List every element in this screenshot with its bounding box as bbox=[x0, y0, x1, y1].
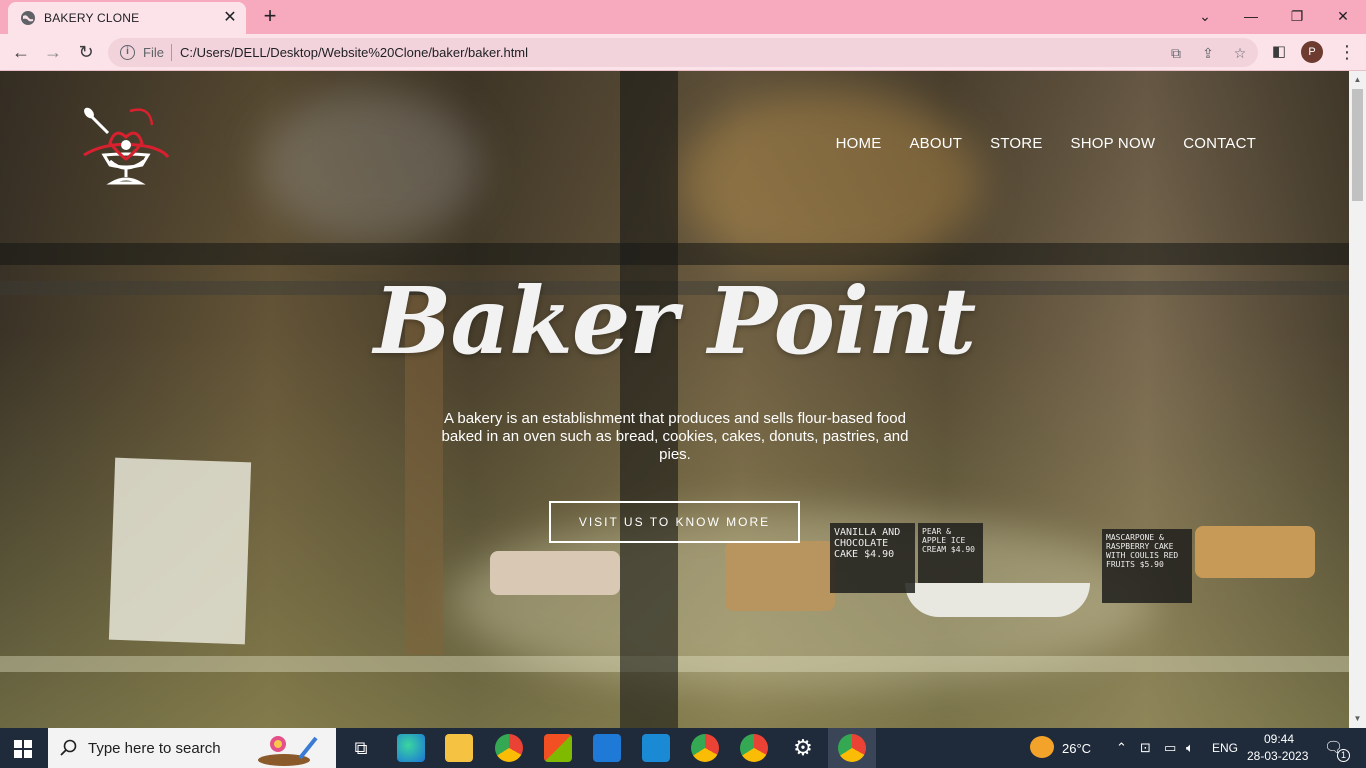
price-sign-1: VANILLA AND CHOCOLATE CAKE $4.90 bbox=[830, 523, 915, 593]
weather-sun-icon[interactable] bbox=[1030, 736, 1054, 758]
price-sign-3: MASCARPONE & RASPBERRY CAKE WITH COULIS … bbox=[1102, 529, 1192, 603]
chrome-profile-2-icon[interactable] bbox=[740, 734, 768, 762]
browser-toolbar: ← → ↻ i File C:/Users/DELL/Desktop/Websi… bbox=[0, 34, 1366, 71]
address-bar[interactable]: i File C:/Users/DELL/Desktop/Website%20C… bbox=[108, 38, 1258, 67]
vscode-icon[interactable] bbox=[642, 734, 670, 762]
browser-tab-strip: BAKERY CLONE ✕ + ⌄ — ❐ ✕ bbox=[0, 0, 1366, 34]
language-indicator[interactable]: ENG bbox=[1212, 741, 1238, 755]
scroll-thumb[interactable] bbox=[1352, 89, 1363, 201]
nav-about[interactable]: ABOUT bbox=[909, 135, 962, 152]
visit-us-button[interactable]: VISIT US TO KNOW MORE bbox=[549, 501, 800, 543]
main-nav: HOME ABOUT STORE SHOP NOW CONTACT bbox=[808, 135, 1256, 152]
bookmark-star-icon[interactable]: ☆ bbox=[1230, 43, 1250, 63]
hero-title: Baker Point bbox=[373, 267, 977, 375]
cake-stand-glow bbox=[260, 91, 480, 241]
search-icon bbox=[60, 739, 77, 756]
microsoft-store-icon[interactable] bbox=[544, 734, 572, 762]
nav-home[interactable]: HOME bbox=[836, 135, 882, 152]
weather-temperature[interactable]: 26°C bbox=[1062, 741, 1091, 756]
volume-icon[interactable]: 🔈︎ bbox=[1186, 740, 1194, 756]
notification-badge: 1 bbox=[1337, 749, 1350, 762]
forward-button[interactable]: → bbox=[40, 39, 66, 65]
task-view-icon[interactable]: ⧉ bbox=[347, 734, 375, 762]
windows-taskbar: Type here to search ⧉ ⚙ 26°C ⌃ ⊡ ▭ 🔈︎ EN… bbox=[0, 728, 1366, 768]
bowl bbox=[905, 583, 1090, 617]
scroll-down-arrow-icon[interactable]: ▼ bbox=[1349, 712, 1366, 726]
search-placeholder: Type here to search bbox=[88, 740, 221, 757]
file-explorer-icon[interactable] bbox=[445, 734, 473, 762]
glass-dome-cake bbox=[490, 551, 620, 595]
scroll-up-arrow-icon[interactable]: ▲ bbox=[1349, 73, 1366, 87]
tab-title: BAKERY CLONE bbox=[44, 11, 140, 25]
chrome-active-icon[interactable] bbox=[838, 734, 866, 762]
settings-gear-icon[interactable]: ⚙ bbox=[789, 734, 817, 762]
tray-chevron-icon[interactable]: ⌃ bbox=[1116, 740, 1127, 756]
new-tab-button[interactable]: + bbox=[258, 5, 282, 28]
info-icon[interactable]: i bbox=[120, 45, 135, 60]
url-scheme-label: File bbox=[143, 45, 164, 60]
clock-time[interactable]: 09:44 bbox=[1264, 732, 1294, 746]
back-button[interactable]: ← bbox=[8, 39, 34, 65]
globe-icon bbox=[21, 11, 35, 25]
chrome-profile-icon[interactable] bbox=[691, 734, 719, 762]
tray-app-icon[interactable]: ⊡ bbox=[1140, 740, 1151, 756]
share-icon[interactable]: ⇪ bbox=[1198, 43, 1218, 63]
restore-button[interactable]: ❐ bbox=[1279, 4, 1315, 28]
translate-icon[interactable]: ⧉ bbox=[1166, 43, 1186, 63]
hero-background: VANILLA AND CHOCOLATE CAKE $4.90 PEAR & … bbox=[0, 71, 1349, 728]
bakery-logo-icon[interactable] bbox=[80, 103, 170, 188]
browser-menu-icon[interactable]: ⋮ bbox=[1334, 39, 1360, 65]
edge-icon[interactable] bbox=[397, 734, 425, 762]
battery-icon[interactable]: ▭ bbox=[1164, 740, 1176, 756]
side-panel-icon[interactable]: ◧ bbox=[1266, 39, 1292, 65]
window-frame-center bbox=[620, 71, 678, 728]
menu-paper bbox=[108, 457, 252, 645]
tab-close-icon[interactable]: ✕ bbox=[220, 8, 240, 28]
nav-shop-now[interactable]: SHOP NOW bbox=[1071, 135, 1156, 152]
windows-start-icon[interactable] bbox=[14, 740, 32, 758]
mail-icon[interactable] bbox=[593, 734, 621, 762]
profile-avatar[interactable]: P bbox=[1301, 41, 1323, 63]
page-scrollbar[interactable]: ▲ ▼ bbox=[1349, 71, 1366, 728]
reload-button[interactable]: ↻ bbox=[73, 39, 99, 65]
tab-search-chevron-icon[interactable]: ⌄ bbox=[1187, 4, 1223, 28]
close-window-button[interactable]: ✕ bbox=[1325, 4, 1361, 28]
tart bbox=[1195, 526, 1315, 578]
loaf-cake bbox=[725, 541, 835, 611]
address-divider bbox=[171, 44, 172, 61]
minimize-button[interactable]: — bbox=[1233, 4, 1269, 28]
chrome-icon[interactable] bbox=[495, 734, 523, 762]
nav-contact[interactable]: CONTACT bbox=[1183, 135, 1256, 152]
search-highlight-art-icon[interactable] bbox=[256, 732, 336, 766]
page-viewport: VANILLA AND CHOCOLATE CAKE $4.90 PEAR & … bbox=[0, 71, 1349, 728]
price-sign-2: PEAR & APPLE ICE CREAM $4.90 bbox=[918, 523, 983, 583]
nav-store[interactable]: STORE bbox=[990, 135, 1042, 152]
browser-tab[interactable]: BAKERY CLONE ✕ bbox=[8, 2, 246, 34]
url-text[interactable]: C:/Users/DELL/Desktop/Website%20Clone/ba… bbox=[180, 45, 528, 60]
clock-date[interactable]: 28-03-2023 bbox=[1247, 749, 1308, 763]
hero-description: A bakery is an establishment that produc… bbox=[441, 410, 909, 463]
